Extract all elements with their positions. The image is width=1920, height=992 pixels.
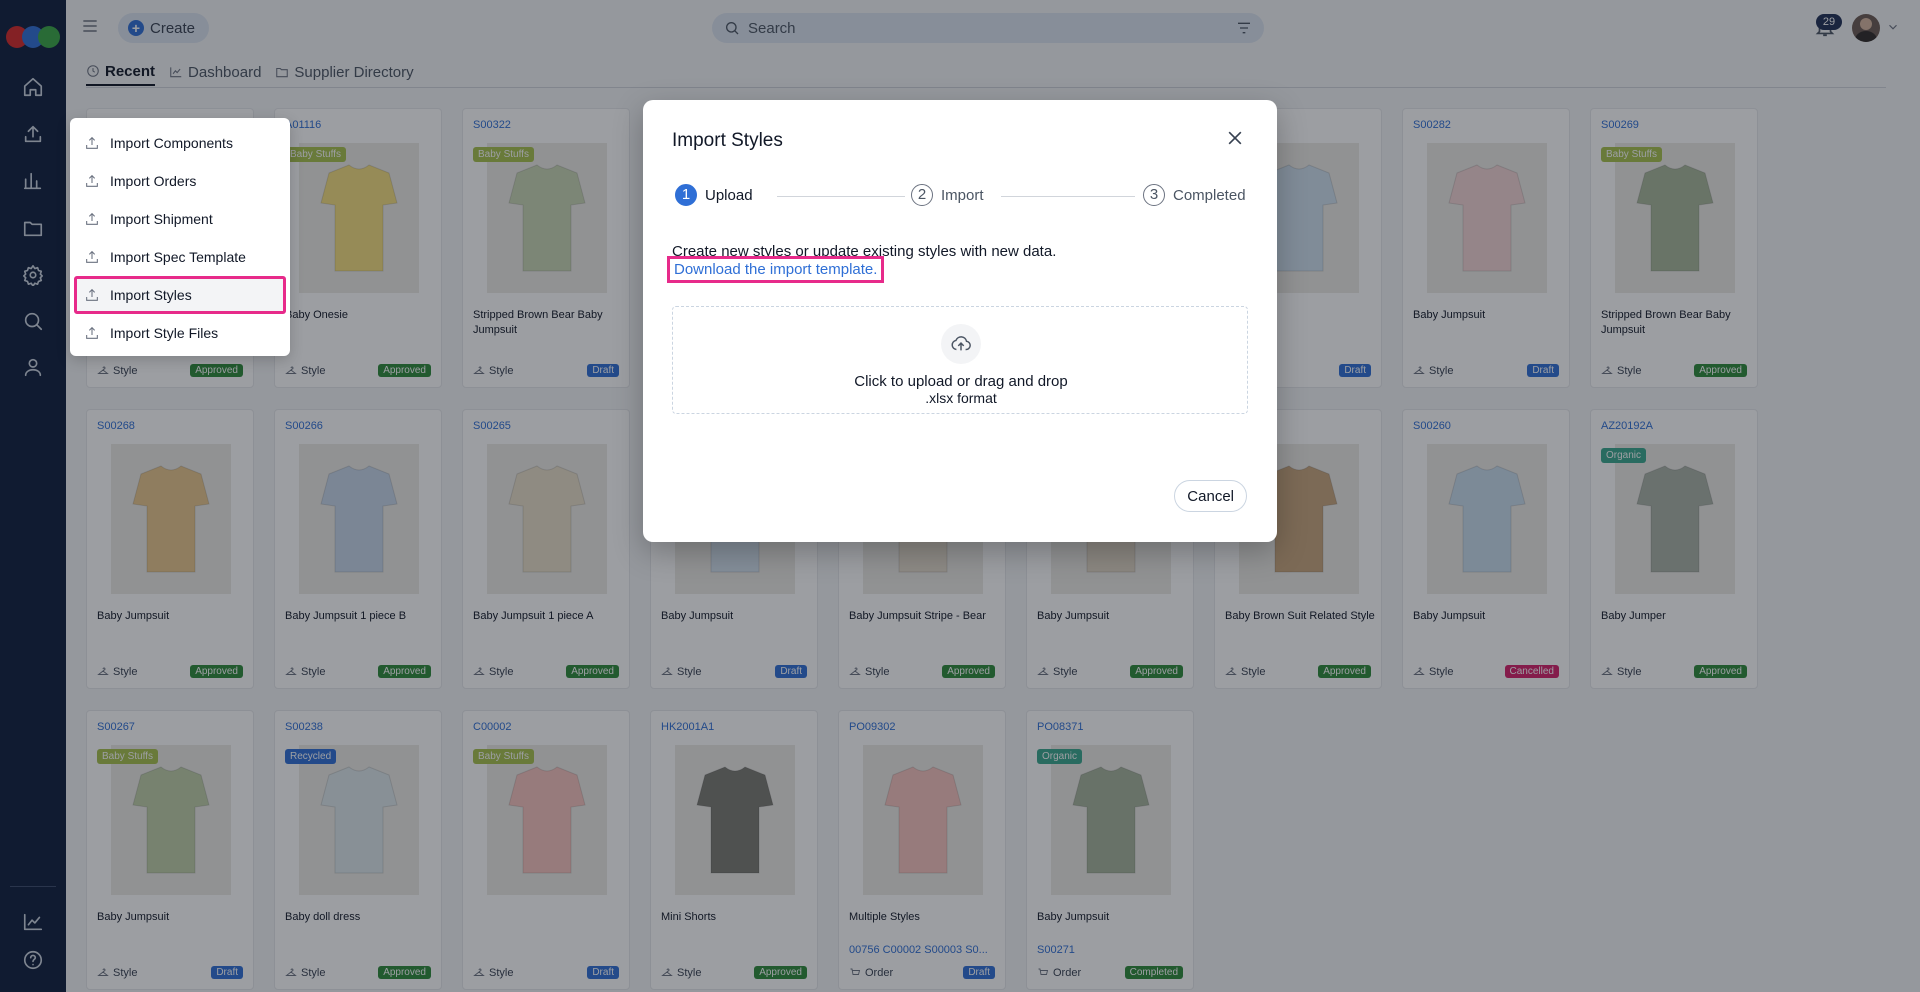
step-number: 1 <box>675 184 697 206</box>
step-connector <box>777 196 905 197</box>
menu-item-label: Import Style Files <box>110 325 219 341</box>
upload-icon <box>86 212 98 225</box>
file-dropzone[interactable]: Click to upload or drag and drop .xlsx f… <box>672 306 1248 414</box>
menu-item-label: Import Components <box>110 135 233 151</box>
step-label: Import <box>941 186 984 204</box>
upload-icon <box>86 288 98 301</box>
cloud-upload-icon <box>941 324 981 364</box>
upload-icon <box>86 136 98 149</box>
menu-item-import-spec-template[interactable]: Import Spec Template <box>74 238 286 276</box>
menu-item-import-style-files[interactable]: Import Style Files <box>74 314 286 352</box>
import-styles-modal: Import Styles 1 Upload 2 Import 3 Comple… <box>643 100 1277 542</box>
cancel-button[interactable]: Cancel <box>1174 480 1247 512</box>
step-number: 3 <box>1143 184 1165 206</box>
menu-item-import-components[interactable]: Import Components <box>74 124 286 162</box>
dropzone-format: .xlsx format <box>925 390 997 406</box>
close-icon[interactable] <box>1225 128 1247 150</box>
step-connector <box>1001 196 1135 197</box>
upload-icon <box>86 326 98 339</box>
menu-item-label: Import Styles <box>110 287 192 303</box>
dropzone-instruction: Click to upload or drag and drop <box>854 373 1068 390</box>
menu-item-label: Import Spec Template <box>110 249 246 265</box>
step-number: 2 <box>911 184 933 206</box>
menu-item-import-styles[interactable]: Import Styles <box>74 276 286 314</box>
step-upload: 1 Upload <box>675 184 753 206</box>
step-label: Completed <box>1173 186 1246 204</box>
menu-item-label: Import Orders <box>110 173 197 189</box>
step-completed: 3 Completed <box>1143 184 1246 206</box>
menu-item-label: Import Shipment <box>110 211 213 227</box>
step-label: Upload <box>705 186 753 204</box>
modal-title: Import Styles <box>672 130 783 151</box>
upload-icon <box>86 174 98 187</box>
menu-item-import-shipment[interactable]: Import Shipment <box>74 200 286 238</box>
menu-item-import-orders[interactable]: Import Orders <box>74 162 286 200</box>
download-template-link[interactable]: Download the import template. <box>667 256 885 283</box>
step-import: 2 Import <box>911 184 984 206</box>
import-dropdown-menu: Import Components Import Orders Import S… <box>70 118 290 356</box>
stepper: 1 Upload 2 Import 3 Completed <box>675 184 1247 208</box>
upload-icon <box>86 250 98 263</box>
